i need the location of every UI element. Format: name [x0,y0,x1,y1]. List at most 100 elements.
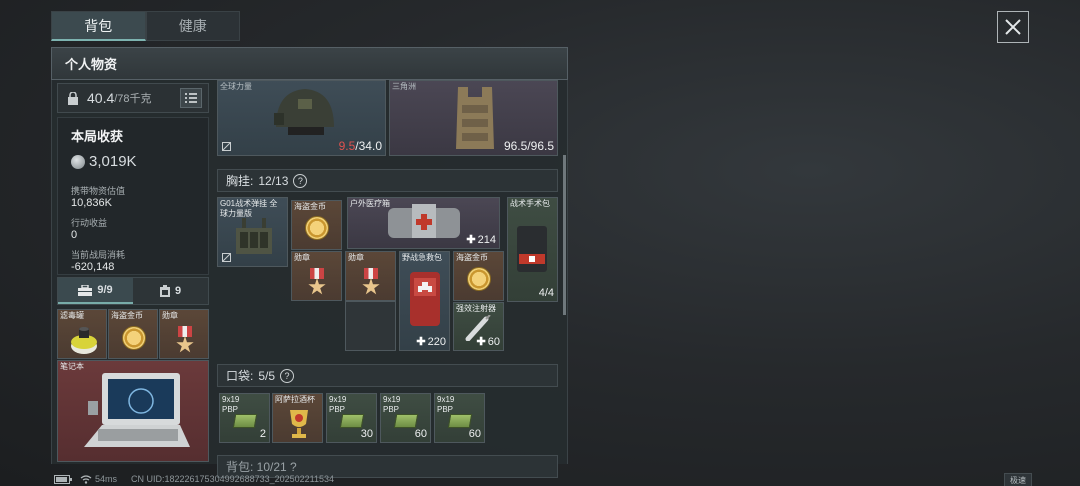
pocket-header: 口袋: 5/5 ? [217,364,558,387]
stat-value: -620,148 [71,261,115,273]
wifi-icon [80,474,92,484]
toolbox-count: 9/9 [97,284,113,296]
item-label: 野战急救包 [402,253,442,262]
ammo-count: 30 [360,428,373,440]
ping-text: 54ms [95,474,118,484]
item-pirate-coin[interactable]: 海盗金币 [453,251,504,301]
earnings-value-row: 3,019K [71,153,195,170]
medal-star-icon [176,336,194,353]
item-helmet[interactable]: 全球力量 9.5/34.0 [217,80,386,156]
item-asara-cup[interactable]: 阿萨拉酒杯 [272,393,323,443]
stat-value: 0 [71,229,78,241]
unlink-icon [222,253,231,262]
tab-case[interactable]: 9 [133,278,208,304]
ammo-box-icon [232,414,258,428]
stat-label: 携带物资估值 [71,186,126,196]
weight-current: 40.4 [87,90,115,106]
list-button[interactable] [180,88,202,108]
container-tabs: 9/9 9 [57,277,209,305]
close-button[interactable] [997,11,1029,43]
count-value: 60 [487,336,500,348]
item-label: 战术手术包 [510,199,550,208]
tab-health[interactable]: 健康 [145,11,240,41]
status-footer: 54ms CN UID:18222617530499268873​3_20250… [54,472,1074,486]
tab-toolbox[interactable]: 9/9 [58,278,133,304]
coin-icon [71,154,85,169]
item-label: 9x19 PBP [383,395,401,414]
empty-slot[interactable] [345,301,396,351]
item-ammo[interactable]: 9x19 PBP 60 [380,393,431,443]
ammo-box-icon [339,414,365,428]
item-field-first-aid[interactable]: 野战急救包 ✚ 220 [399,251,450,351]
panel-title: 个人物资 [51,47,568,80]
weight-max: /78千克 [114,93,152,105]
gold-coin-icon [467,267,491,291]
medal-ribbon-icon [364,268,378,279]
ammo-count: 60 [468,428,481,440]
pocket-title: 口袋: [226,369,254,383]
earnings-title: 本局收获 [71,129,124,144]
durability-current: 9.5 [338,139,356,153]
item-medal[interactable]: 勋章 [159,309,209,359]
item-injector[interactable]: 强效注射器 ✚ 60 [453,302,504,351]
item-outdoor-medkit[interactable]: 户外医疗箱 ✚ 214 [347,197,500,249]
item-armor[interactable]: 三角洲 96.5/96.5 [389,80,558,156]
item-ammo[interactable]: 9x19 PBP 60 [434,393,485,443]
medal-star-icon [362,278,380,295]
surgical-kit-icon [517,226,547,272]
case-count: 9 [174,285,182,297]
stat-value: 10,836K [71,197,112,209]
lock-icon [68,91,78,105]
item-label: 强效注射器 [456,304,496,313]
durability-max: /34.0 [355,139,382,153]
surgical-kit-count: 4/4 [538,287,554,299]
item-label: 9x19 PBP [222,395,240,414]
item-medal[interactable]: 勋章 [291,251,342,301]
item-surgical-kit[interactable]: 战术手术包 4/4 [507,197,558,302]
help-icon[interactable]: ? [280,368,295,383]
chest-rig-header: 胸挂: 12/13 ? [217,169,558,192]
item-filter-canister[interactable]: 滤毒罐 [57,309,107,359]
item-label: 勋章 [294,253,310,262]
goblet-icon [290,410,308,438]
chest-rig-icon [236,218,272,254]
first-aid-count: ✚ 220 [416,336,446,348]
medal-ribbon-icon [310,268,324,279]
network-badge: 极速 [1004,473,1032,486]
item-label: 滤毒罐 [60,311,84,320]
injector-count: ✚ 60 [476,336,500,348]
item-laptop[interactable]: 笔记本 [57,360,209,462]
stat-label: 行动收益 [71,218,108,228]
item-label: 全球力量 [220,82,252,91]
item-ammo[interactable]: 9x19 PBP 2 [219,393,270,443]
item-ammo[interactable]: 9x19 PBP 30 [326,393,377,443]
ammo-count: 2 [259,428,266,440]
item-pirate-coin[interactable]: 海盗金币 [291,200,342,250]
item-label: 9x19 PBP [329,395,347,414]
scrollbar[interactable] [563,155,566,315]
gold-coin-icon [122,326,146,350]
helmet-icon [274,89,334,135]
item-pirate-coin[interactable]: 海盗金币 [108,309,158,359]
medal-star-icon [308,278,326,295]
gold-coin-icon [305,216,329,240]
item-label: 三角洲 [392,82,416,91]
item-label: 阿萨拉酒杯 [275,395,315,404]
count-value: 220 [427,336,446,348]
unlink-icon [222,142,231,151]
item-label: G01战术弹挂 全球力量版 [220,199,278,218]
ammo-count: 60 [414,428,427,440]
item-label: 户外医疗箱 [350,199,390,208]
filter-canister-icon [71,327,97,354]
item-label: 勋章 [348,253,364,262]
list-icon [185,93,197,103]
help-icon[interactable]: ? [293,173,308,188]
tab-backpack[interactable]: 背包 [51,11,146,41]
earnings-value: 3,019K [89,153,137,170]
medal-ribbon-icon [178,326,192,337]
item-chest-rig[interactable]: G01战术弹挂 全球力量版 [217,197,288,267]
medkit-bag-icon [388,204,460,238]
uid-text: CN UID:18222617530499268873​3_2025022115… [131,474,335,484]
item-medal[interactable]: 勋章 [345,251,396,301]
laptop-icon [84,373,190,447]
